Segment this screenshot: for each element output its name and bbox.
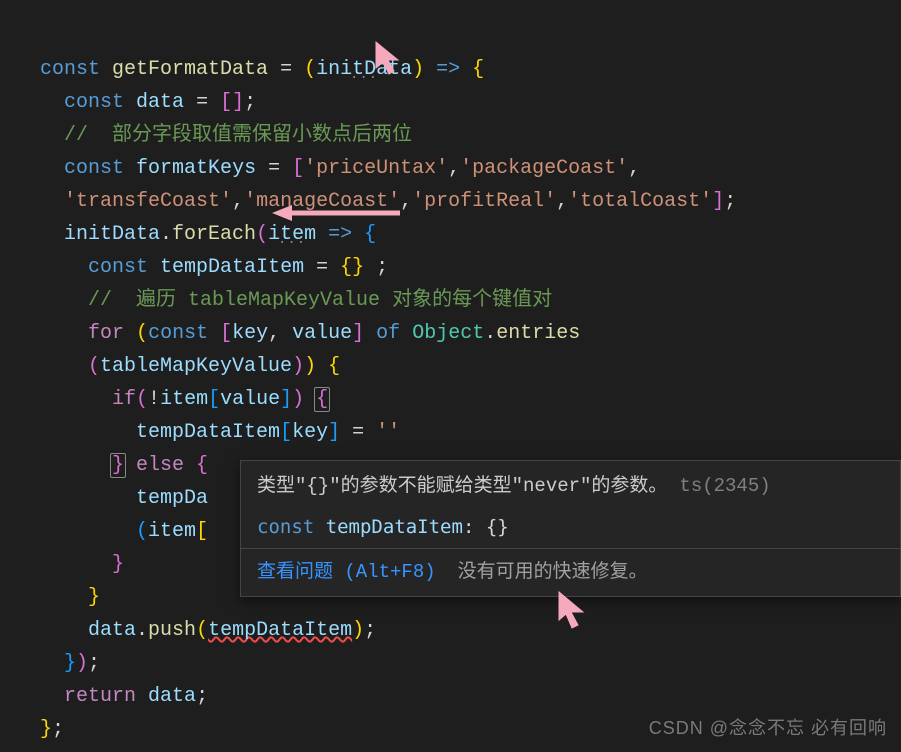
annotation-cursor-icon xyxy=(372,40,406,80)
view-problem-link[interactable]: 查看问题 (Alt+F8) xyxy=(257,557,436,588)
watermark-text: CSDN @念念不忘 必有回响 xyxy=(649,714,887,744)
comment: // 部分字段取值需保留小数点后两位 xyxy=(64,124,412,147)
error-squiggle: tempDataItem xyxy=(208,619,352,642)
annotation-arrow-icon xyxy=(270,202,410,235)
function-name: getFormatData xyxy=(112,58,268,81)
annotation-cursor-icon xyxy=(555,590,589,634)
keyword-const: const xyxy=(40,58,100,81)
error-message: 类型"{}"的参数不能赋给类型"never"的参数。 xyxy=(257,475,667,497)
no-quickfix-text: 没有可用的快速修复。 xyxy=(458,557,648,588)
brace-highlight: { xyxy=(314,387,330,412)
code-editor[interactable]: const getFormatData = (initData) => { co… xyxy=(0,0,901,746)
hover-tooltip: 类型"{}"的参数不能赋给类型"never"的参数。ts(2345) const… xyxy=(240,460,901,597)
ts-error-code: ts(2345) xyxy=(679,475,770,497)
